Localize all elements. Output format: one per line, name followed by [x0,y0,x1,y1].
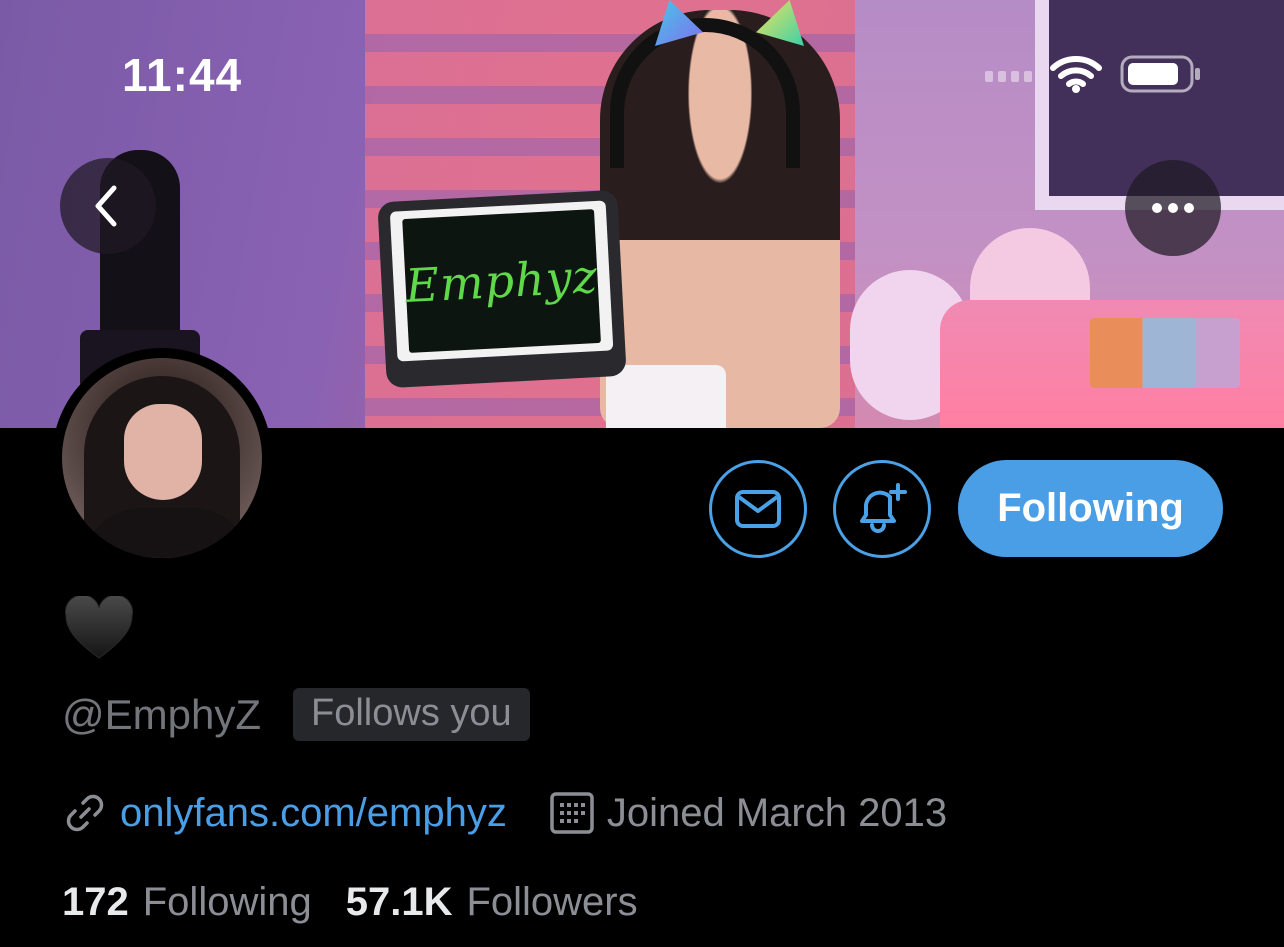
website-item[interactable]: onlyfans.com/emphyz [62,790,507,836]
banner-tablet: Emphyz [377,189,627,389]
more-horizontal-icon [1152,203,1194,213]
profile-handle: @EmphyZ [62,690,262,738]
following-stat[interactable]: 172 Following [62,880,312,925]
cellular-signal-icon [985,71,1032,82]
banner-person-top [606,365,726,428]
notifications-button[interactable] [833,460,931,558]
followers-stat[interactable]: 57.1K Followers [346,880,638,925]
following-label: Following [142,880,312,924]
joined-date: Joined March 2013 [606,790,948,835]
followers-count: 57.1K [345,880,453,924]
follow-stats: 172 Following 57.1K Followers [62,880,638,925]
more-options-button[interactable] [1125,160,1221,256]
tablet-handwriting: Emphyz [402,209,601,353]
joined-item: Joined March 2013 [549,790,947,836]
link-icon [66,794,104,832]
display-name [64,594,136,668]
status-icons [985,54,1202,99]
chevron-left-icon [95,185,117,227]
tablet-screen: Emphyz [389,200,614,362]
status-time: 11:44 [122,49,243,101]
battery-icon [1120,54,1202,99]
profile-avatar[interactable] [52,348,272,568]
following-count: 172 [62,880,129,924]
profile-meta: onlyfans.com/emphyz Joined March 2013 [62,790,947,836]
wifi-icon [1050,55,1102,98]
mail-icon [735,490,781,528]
website-link[interactable]: onlyfans.com/emphyz [120,791,507,836]
black-heart-icon [65,594,133,659]
calendar-icon [550,792,594,834]
back-button[interactable] [60,158,156,254]
followers-label: Followers [466,880,638,924]
following-button[interactable]: Following [958,460,1223,557]
follows-you-badge: Follows you [293,688,530,741]
banner-box [1090,318,1240,388]
message-button[interactable] [709,460,807,558]
avatar-image [62,358,262,558]
handle-row: @EmphyZ Follows you [62,688,530,741]
bell-plus-icon [860,483,907,533]
